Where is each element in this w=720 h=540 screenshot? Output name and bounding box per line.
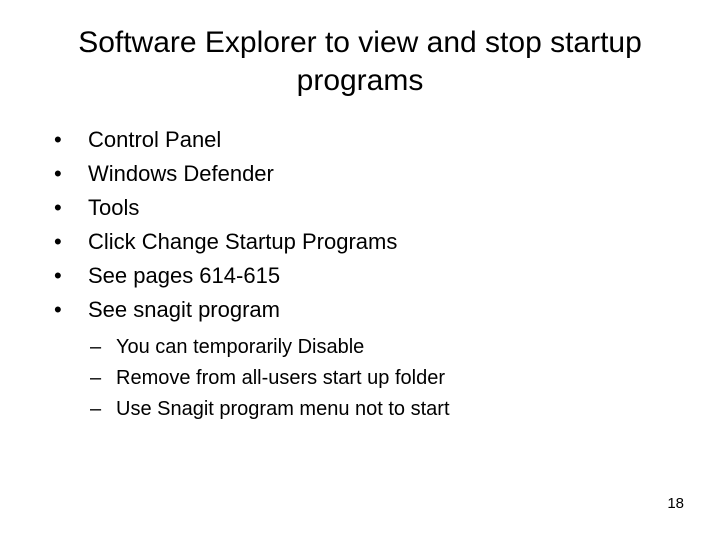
bullet-list: Control Panel Windows Defender Tools Cli… [48,123,720,328]
list-item: Control Panel [48,123,720,157]
list-item: See pages 614-615 [48,259,720,293]
page-number: 18 [667,495,684,512]
list-item: You can temporarily Disable [86,332,720,363]
list-item: See snagit program [48,293,720,327]
list-item: Tools [48,191,720,225]
list-item: Use Snagit program menu not to start [86,394,720,425]
list-item: Click Change Startup Programs [48,225,720,259]
list-item: Remove from all-users start up folder [86,363,720,394]
sub-bullet-list: You can temporarily Disable Remove from … [86,332,720,425]
slide-title: Software Explorer to view and stop start… [60,24,660,99]
list-item: Windows Defender [48,157,720,191]
